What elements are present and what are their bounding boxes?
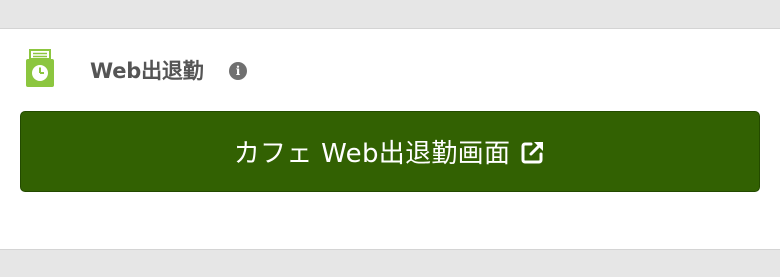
action-button-label: カフェ Web出退勤画面 — [233, 139, 511, 169]
info-icon[interactable]: i — [229, 62, 247, 80]
open-web-attendance-button[interactable]: カフェ Web出退勤画面 — [20, 111, 760, 192]
web-attendance-card: Web出退勤 i カフェ Web出退勤画面 — [0, 28, 780, 250]
timecard-clock-icon — [26, 49, 54, 87]
section-title: Web出退勤 — [90, 59, 204, 83]
info-icon-glyph: i — [235, 64, 241, 78]
bottom-divider-band — [0, 250, 780, 277]
external-link-icon — [521, 141, 544, 163]
top-divider-band — [0, 0, 780, 28]
